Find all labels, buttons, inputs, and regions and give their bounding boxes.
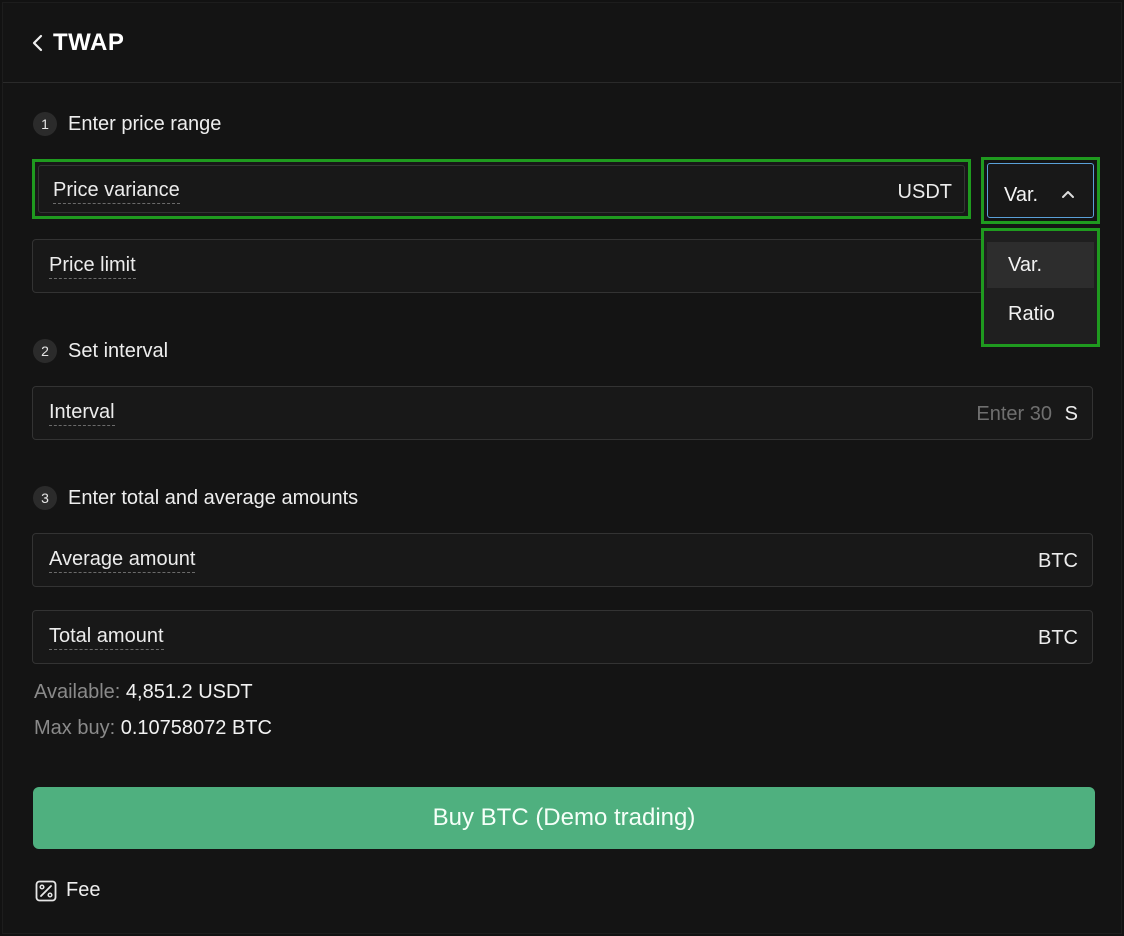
variance-mode-select[interactable]: Var. [981,157,1100,224]
variance-mode-trigger[interactable]: Var. [987,163,1094,218]
buy-button[interactable]: Buy BTC (Demo trading) [33,787,1095,849]
twap-panel: TWAP 1 Enter price range Price variance … [2,2,1122,934]
step-number: 3 [33,486,57,510]
max-buy-label: Max buy: [34,717,116,739]
interval-placeholder: Enter 30 [976,403,1052,425]
step-1-heading: 1 Enter price range [33,112,221,136]
average-amount-unit: BTC [1038,550,1078,572]
total-amount-field[interactable]: Total amount BTC [32,610,1093,664]
fee-link[interactable]: Fee [35,879,100,902]
step-number: 2 [33,339,57,363]
interval-unit: S [1064,403,1078,425]
fee-label: Fee [66,879,101,901]
price-limit-field[interactable]: Price limit [32,239,1093,293]
available-value: 4,851.2 USDT [125,681,253,703]
variance-mode-selected: Var. [1004,184,1039,206]
price-variance-label: Price variance [53,179,180,204]
step-number: 1 [33,112,57,136]
total-amount-label: Total amount [49,625,164,650]
panel-header: TWAP [3,3,1121,83]
page-title: TWAP [53,29,125,56]
max-buy-value: 0.10758072 BTC [120,717,272,739]
step-label: Enter price range [68,112,222,135]
step-2-heading: 2 Set interval [33,339,168,363]
average-amount-field[interactable]: Average amount BTC [32,533,1093,587]
step-label: Enter total and average amounts [68,486,359,509]
price-variance-input[interactable]: Price variance USDT [38,165,965,213]
chevron-left-icon[interactable] [31,33,45,53]
interval-label: Interval [49,401,115,426]
variance-mode-menu: Var. Ratio [981,228,1100,347]
available-balance: Available: 4,851.2 USDT [34,681,253,704]
price-limit-label: Price limit [49,254,136,279]
percent-icon [35,880,57,901]
chevron-up-icon [1062,191,1074,198]
step-label: Set interval [68,339,169,362]
total-amount-unit: BTC [1038,627,1078,649]
interval-field[interactable]: Interval Enter 30 S [32,386,1093,440]
average-amount-label: Average amount [49,548,196,573]
max-buy: Max buy: 0.10758072 BTC [34,717,272,740]
price-variance-field[interactable]: Price variance USDT [32,159,971,219]
available-label: Available: [34,681,121,703]
step-3-heading: 3 Enter total and average amounts [33,486,358,510]
dropdown-option-ratio[interactable]: Ratio [987,291,1094,337]
price-variance-unit: USDT [897,181,952,203]
dropdown-option-var[interactable]: Var. [987,242,1094,288]
